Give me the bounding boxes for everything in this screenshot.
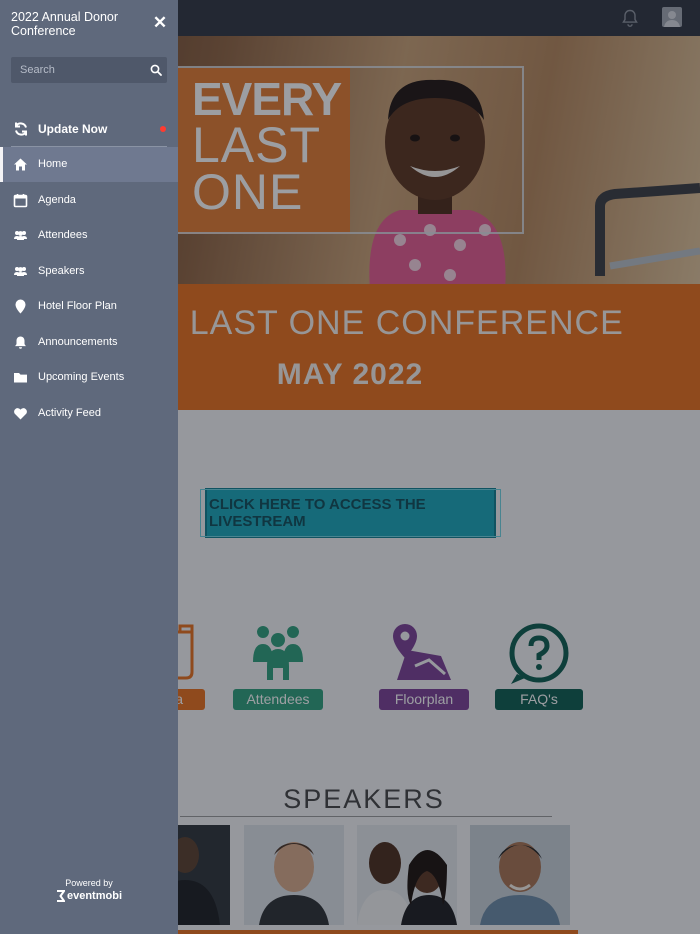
close-icon: ✕ (152, 13, 168, 32)
sidebar-item-speakers[interactable]: Speakers (0, 254, 178, 289)
event-title: 2022 Annual Donor Conference (11, 10, 119, 38)
drawer-backdrop[interactable] (178, 0, 700, 934)
update-badge-dot (160, 126, 166, 132)
sidebar-item-label: Upcoming Events (38, 371, 125, 383)
sidebar-item-label: Announcements (38, 336, 118, 348)
close-drawer-button[interactable]: ✕ (150, 13, 170, 33)
search-box (11, 57, 167, 83)
sidebar-item-activity-feed[interactable]: Activity Feed (0, 396, 178, 431)
refresh-icon (15, 122, 27, 136)
sidebar-item-label: Agenda (38, 194, 76, 206)
map-pin-icon (15, 299, 26, 314)
search-input[interactable] (11, 57, 141, 83)
update-now-label: Update Now (38, 122, 108, 136)
powered-by-label: Powered by (65, 878, 113, 888)
sidebar-item-announcements[interactable]: Announcements (0, 325, 178, 360)
sidebar-item-label: Hotel Floor Plan (38, 300, 117, 312)
folder-icon (14, 373, 27, 383)
search-icon[interactable] (150, 64, 162, 76)
sidebar-item-upcoming-events[interactable]: Upcoming Events (0, 360, 178, 395)
update-now-button[interactable]: Update Now (0, 111, 178, 147)
people-icon (14, 267, 27, 276)
sidebar-item-agenda[interactable]: Agenda (0, 183, 178, 218)
home-icon (14, 158, 27, 171)
eventmobi-logo-icon (56, 890, 65, 903)
brand-name: eventmobi (66, 890, 122, 902)
sidebar-item-label: Home (38, 158, 68, 170)
sidebar-item-label: Attendees (38, 229, 88, 241)
calendar-icon (13, 194, 28, 208)
eventmobi-logo: eventmobi (0, 890, 178, 903)
side-drawer: 2022 Annual Donor Conference ✕ Update No… (0, 0, 178, 934)
sidebar-item-hotel-floor-plan[interactable]: Hotel Floor Plan (0, 289, 178, 324)
people-icon (14, 231, 27, 240)
sidebar-item-label: Speakers (38, 265, 85, 277)
heart-icon (14, 408, 27, 420)
sidebar-item-home[interactable]: Home (0, 147, 178, 182)
sidebar-item-label: Activity Feed (38, 407, 101, 419)
bell-icon (15, 336, 26, 349)
sidebar-item-attendees[interactable]: Attendees (0, 218, 178, 253)
